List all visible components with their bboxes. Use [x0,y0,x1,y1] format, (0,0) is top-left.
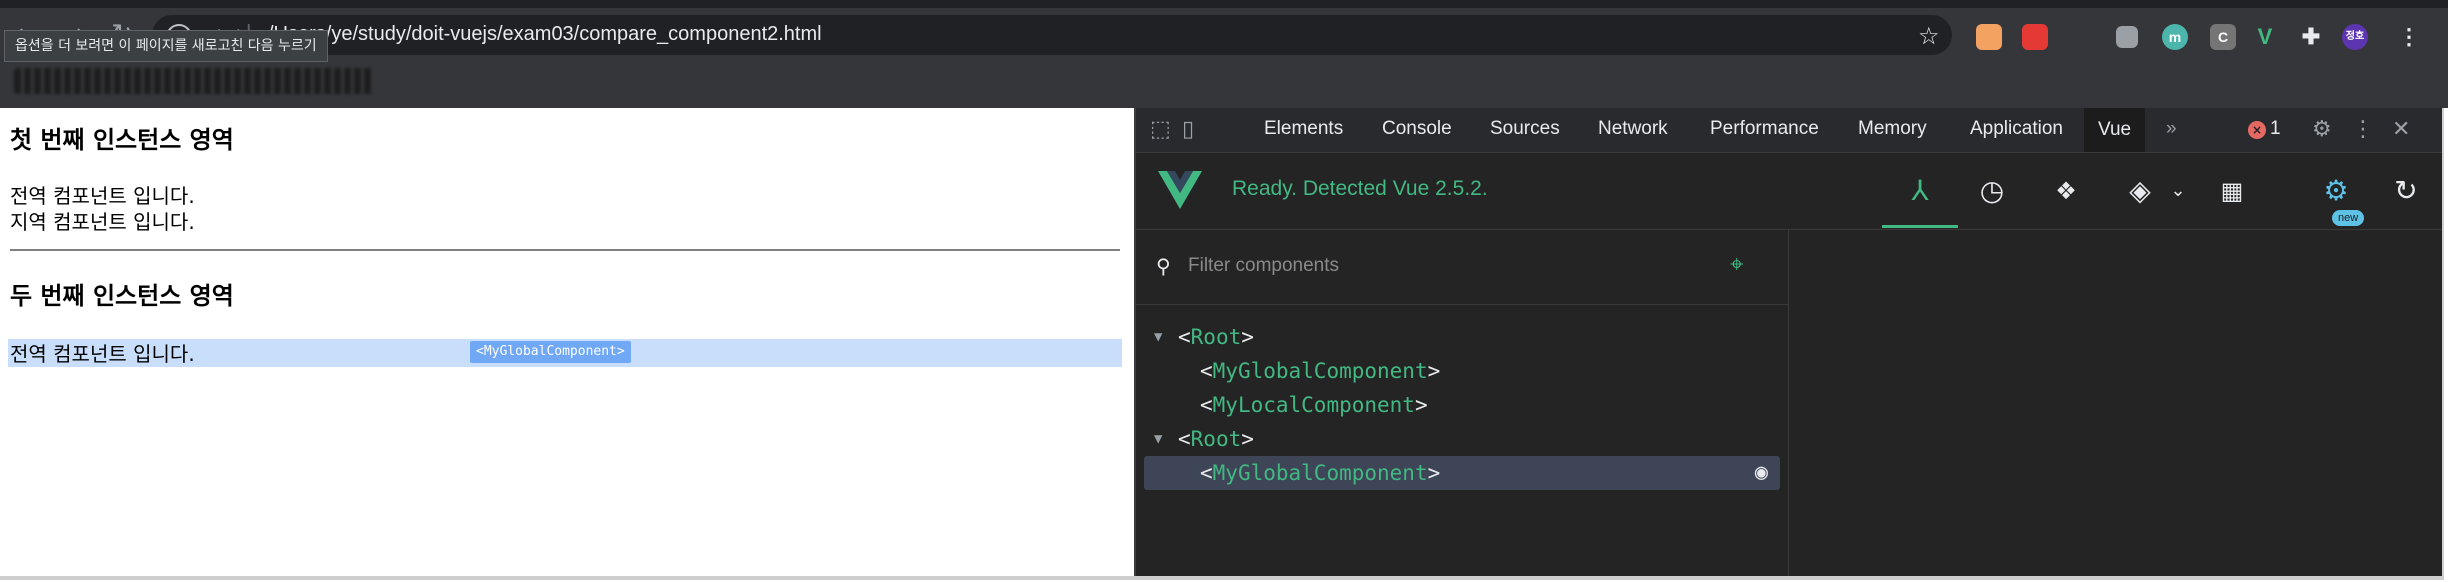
filter-row: ⚲ ⌖ [1136,230,1788,305]
component-name: MyGlobalComponent [1212,359,1428,383]
extension-m-icon[interactable]: m [2162,24,2188,50]
global-component-text: 전역 컴포넌트 입니다. [10,184,195,208]
eye-icon[interactable]: ◉ [1755,456,1768,490]
tab-memory[interactable]: Memory [1858,118,1927,140]
browser-menu-icon[interactable]: ⋮ [2396,24,2422,50]
extension-c-icon[interactable]: C [2210,24,2236,50]
tab-elements[interactable]: Elements [1264,118,1343,140]
tab-network[interactable]: Network [1598,118,1668,140]
reload-tooltip: 옵션을 더 보려면 이 페이지를 새로고친 다음 누르기 [4,30,328,62]
vue-status-text: Ready. Detected Vue 2.5.2. [1232,177,1488,200]
instance1-heading: 첫 번째 인스턴스 영역 [10,126,234,154]
select-component-target-icon[interactable]: ⌖ [1730,250,1744,278]
bookmark-star-icon[interactable]: ☆ [1918,22,1940,50]
divider [10,249,1120,251]
tree-row-selected[interactable]: <MyGlobalComponent> ◉ [1144,456,1780,490]
tab-console[interactable]: Console [1382,118,1452,140]
expand-arrow-icon[interactable]: ▼ [1154,320,1162,354]
inspect-element-icon[interactable]: ⬚ [1150,118,1171,142]
puzzle-extensions-icon[interactable]: ✚ [2298,24,2324,50]
blurred-bookmarks [14,68,374,94]
devtools-panel: ⬚ ▯ Elements Console Sources Network Per… [1134,108,2442,576]
tree-row[interactable]: <MyGlobalComponent> [1144,354,1780,388]
vue-devtools-extension-icon[interactable]: V [2252,24,2278,50]
devtools-tab-bar: ⬚ ▯ Elements Console Sources Network Per… [1136,108,2442,153]
extension-3-icon[interactable] [2116,26,2138,48]
component-name-badge: <MyGlobalComponent> [470,341,631,363]
tab-performance[interactable]: Performance [1710,118,1819,140]
device-toolbar-icon[interactable]: ▯ [1182,118,1194,142]
vue-devtools-header: Ready. Detected Vue 2.5.2. ⅄ ◷ ❖ ◈ ⌄ ▦ ⚙… [1136,153,2442,230]
vuex-icon[interactable]: ❖ [2046,171,2086,211]
browser-toolbar: ← → ↻ i 파일 | /Users/ye/study/doit-vuejs/… [0,8,2448,62]
components-tab-icon[interactable]: ⅄ [1900,171,1940,211]
error-count[interactable]: 1 [2270,118,2281,140]
settings-icon[interactable]: ⚙ [2316,171,2356,211]
refresh-icon[interactable]: ↻ [2386,171,2426,211]
components-pane: ⚲ ⌖ ▼ <Root> <MyGlobalComponent> <MyLoca… [1136,230,1789,576]
profile-avatar[interactable]: 정호 [2342,24,2368,50]
chevron-down-icon[interactable]: ⌄ [2158,171,2198,211]
settings-gear-icon[interactable]: ⚙ [2312,118,2332,142]
filter-components-input[interactable] [1186,250,1710,282]
component-inspector-pane [1789,230,2442,576]
local-component-text: 지역 컴포넌트 입니다. [10,210,195,234]
extension-1-icon[interactable] [1976,24,2002,50]
tab-sources[interactable]: Sources [1490,118,1560,140]
page-content: 첫 번째 인스턴스 영역 전역 컴포넌트 입니다. 지역 컴포넌트 입니다. 두… [0,108,1132,576]
devtools-menu-icon[interactable]: ⋮ [2352,118,2374,142]
expand-arrow-icon[interactable]: ▼ [1154,422,1162,456]
component-name: MyGlobalComponent [1212,461,1428,485]
error-icon[interactable]: × [2248,121,2266,139]
tree-row[interactable]: <MyLocalComponent> [1144,388,1780,422]
close-devtools-icon[interactable]: ✕ [2392,118,2410,142]
extension-2-icon[interactable] [2022,24,2048,50]
bookmark-bar [0,62,2448,108]
search-icon: ⚲ [1156,254,1171,278]
component-name: Root [1190,427,1242,451]
component-name: MyLocalComponent [1212,393,1415,417]
component-name: Root [1190,325,1242,349]
performance-chart-icon[interactable]: ▦ [2212,171,2252,211]
more-tabs-icon[interactable]: » [2166,118,2177,140]
global-component-text-2: 전역 컴포넌트 입니다. [10,342,195,366]
routing-icon[interactable]: ◈ [2120,171,2160,211]
tree-row[interactable]: ▼ <Root> [1144,422,1780,456]
tab-vue[interactable]: Vue [2084,108,2146,152]
vue-logo-icon [1158,171,1202,209]
new-badge: new [2332,210,2365,226]
url-text[interactable]: /Users/ye/study/doit-vuejs/exam03/compar… [268,23,822,46]
timeline-history-icon[interactable]: ◷ [1972,171,2012,211]
active-tab-indicator [1882,225,1958,228]
tree-row[interactable]: ▼ <Root> [1144,320,1780,354]
browser-chrome: ← → ↻ i 파일 | /Users/ye/study/doit-vuejs/… [0,0,2448,108]
tab-application[interactable]: Application [1970,118,2063,140]
instance2-heading: 두 번째 인스턴스 영역 [10,282,234,310]
